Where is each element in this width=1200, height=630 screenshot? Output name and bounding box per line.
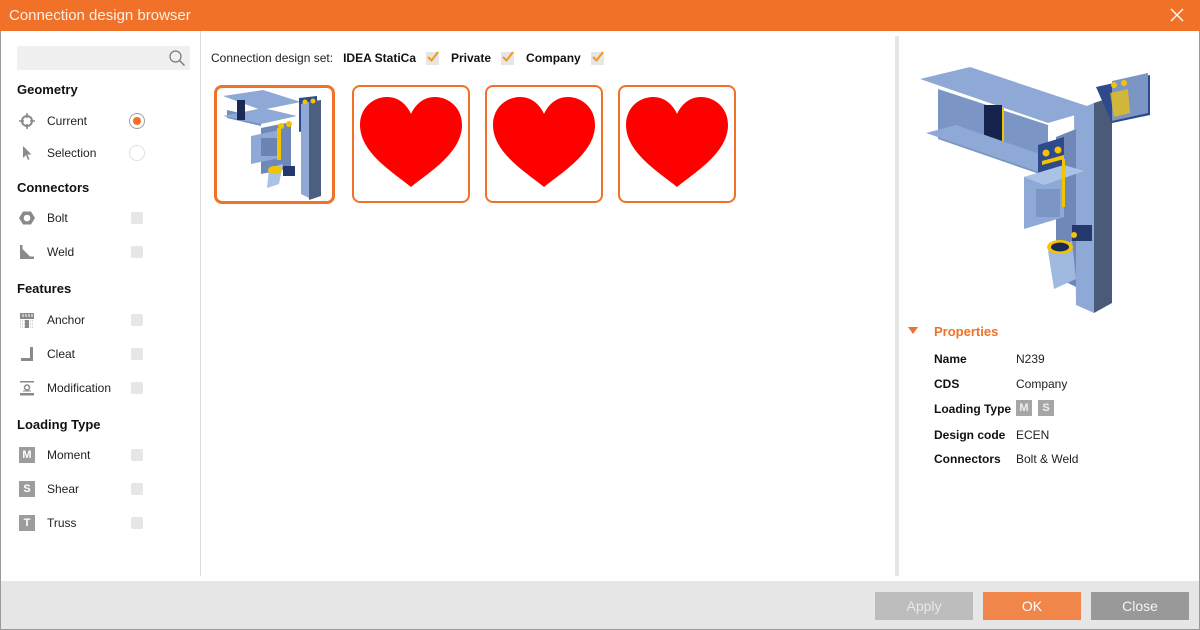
filter-label: Weld: [47, 245, 75, 259]
property-key: Design code: [934, 428, 1006, 442]
heart-icon: [626, 97, 728, 187]
heart-icon: [360, 97, 462, 187]
thumbnail-heart[interactable]: [485, 85, 603, 203]
cds-idea-statica-checkbox[interactable]: [426, 50, 439, 65]
cds-option-label: IDEA StatiCa: [343, 51, 416, 65]
filter-label: Cleat: [47, 347, 76, 361]
weld-icon: [20, 245, 34, 259]
connection-preview-image: [920, 67, 1150, 313]
steel-connection-image: [223, 90, 321, 200]
moment-checkbox[interactable]: [131, 449, 143, 461]
search-icon[interactable]: [168, 49, 186, 67]
property-value: Bolt & Weld: [1016, 452, 1079, 466]
modification-checkbox[interactable]: [131, 382, 143, 394]
heart-icon: [493, 97, 595, 187]
checkmark-icon: [592, 50, 604, 62]
properties-title: Properties: [934, 324, 999, 339]
property-value: Company: [1016, 377, 1068, 391]
bolt-hex-icon: [19, 211, 35, 225]
filter-label: Anchor: [47, 313, 86, 327]
cds-label: Connection design set:: [211, 51, 334, 65]
filter-cleat[interactable]: Cleat: [17, 344, 187, 364]
section-loading-type: Loading Type: [17, 417, 101, 432]
bolt-checkbox[interactable]: [131, 212, 143, 224]
filter-current[interactable]: Current: [17, 111, 187, 131]
property-row-loading-type: Loading Type M S: [934, 400, 1184, 420]
cds-company-checkbox[interactable]: [590, 50, 604, 65]
checkmark-icon: [502, 50, 514, 62]
anchor-icon: [20, 313, 34, 328]
close-button[interactable]: Close: [1091, 592, 1189, 620]
moment-icon: M: [19, 447, 35, 463]
property-row-cds: CDS Company: [934, 377, 1184, 395]
property-key: Loading Type: [934, 402, 1012, 416]
filter-shear[interactable]: S Shear: [17, 479, 187, 499]
anchor-checkbox[interactable]: [131, 314, 143, 326]
details-panel: Properties Name N239 CDS Company Loading…: [900, 31, 1200, 576]
truss-icon: T: [19, 515, 35, 531]
crosshair-icon: [19, 113, 35, 129]
selection-radio[interactable]: [129, 145, 145, 161]
filter-label: Shear: [47, 482, 80, 496]
filter-label: Truss: [47, 516, 77, 530]
truss-checkbox[interactable]: [131, 517, 143, 529]
checkmark-icon: [427, 50, 439, 62]
shear-icon: S: [19, 481, 35, 497]
cds-option-label: Private: [451, 51, 492, 65]
cleat-checkbox[interactable]: [131, 348, 143, 360]
dialog-body: Geometry Current Selection Connectors Bo…: [0, 31, 1200, 630]
section-geometry: Geometry: [17, 82, 78, 97]
filter-weld[interactable]: Weld: [17, 242, 187, 262]
title-bar: Connection design browser: [0, 0, 1200, 31]
filter-sidebar: Geometry Current Selection Connectors Bo…: [1, 31, 201, 576]
property-key: Connectors: [934, 452, 1001, 466]
dialog-footer: Apply OK Close: [1, 581, 1199, 629]
panel-splitter[interactable]: [895, 36, 899, 576]
cds-filter-bar: Connection design set: IDEA StatiCa Priv…: [211, 50, 616, 66]
property-value: ECEN: [1016, 428, 1050, 442]
property-row-connectors: Connectors Bolt & Weld: [934, 452, 1184, 470]
cds-option-label: Company: [526, 51, 581, 65]
property-row-design-code: Design code ECEN: [934, 428, 1184, 446]
filter-label: Selection: [47, 146, 97, 160]
modification-icon: [20, 381, 34, 396]
ok-button[interactable]: OK: [983, 592, 1081, 620]
weld-checkbox[interactable]: [131, 246, 143, 258]
property-key: CDS: [934, 377, 960, 391]
shear-checkbox[interactable]: [131, 483, 143, 495]
thumbnail-heart[interactable]: [618, 85, 736, 203]
filter-modification[interactable]: Modification: [17, 378, 187, 398]
property-key: Name: [934, 352, 967, 366]
filter-bolt[interactable]: Bolt: [17, 208, 187, 228]
filter-truss[interactable]: T Truss: [17, 513, 187, 533]
filter-label: Modification: [47, 381, 112, 395]
moment-badge: M: [1016, 400, 1032, 416]
thumbnail-heart[interactable]: [352, 85, 470, 203]
filter-label: Current: [47, 114, 88, 128]
apply-button[interactable]: Apply: [875, 592, 973, 620]
section-connectors: Connectors: [17, 180, 90, 195]
collapse-triangle-icon[interactable]: [908, 327, 918, 334]
connection-gallery: Connection design set: IDEA StatiCa Priv…: [202, 31, 894, 576]
close-icon[interactable]: [1170, 8, 1184, 22]
shear-badge: S: [1038, 400, 1054, 416]
property-value: N239: [1016, 352, 1045, 366]
cds-private-checkbox[interactable]: [501, 50, 515, 65]
filter-moment[interactable]: M Moment: [17, 445, 187, 465]
filter-label: Moment: [47, 448, 91, 462]
cursor-arrow-icon: [23, 146, 32, 160]
search-input[interactable]: [17, 46, 190, 70]
thumbnail-connection-model[interactable]: [214, 85, 335, 204]
section-features: Features: [17, 281, 72, 296]
filter-selection[interactable]: Selection: [17, 143, 187, 163]
filter-anchor[interactable]: Anchor: [17, 310, 187, 330]
window-title: Connection design browser: [9, 7, 191, 24]
filter-label: Bolt: [47, 211, 68, 225]
property-row-name: Name N239: [934, 352, 1184, 370]
cleat-icon: [21, 347, 33, 361]
current-radio[interactable]: [129, 113, 145, 129]
